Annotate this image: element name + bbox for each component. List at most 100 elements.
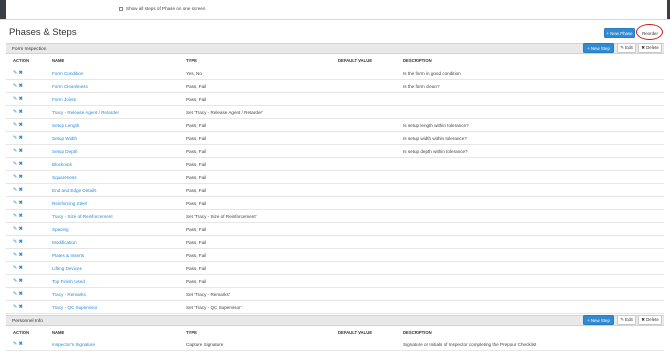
delete-x-icon[interactable]: ✖ (19, 187, 23, 193)
show-all-checkbox[interactable] (119, 6, 123, 11)
new-step-button[interactable]: + New Step (583, 315, 614, 325)
edit-pencil-icon[interactable]: ✎ (13, 83, 17, 89)
edit-pencil-icon[interactable]: ✎ (13, 304, 17, 310)
edit-pencil-icon[interactable]: ✎ (13, 341, 17, 347)
edit-pencil-icon[interactable]: ✎ (13, 252, 17, 258)
edit-phase-button[interactable]: ✎ Edit (617, 315, 636, 325)
step-name-link[interactable]: End and Edge Details (52, 188, 96, 193)
delete-x-icon[interactable]: ✖ (19, 304, 23, 310)
edit-pencil-icon[interactable]: ✎ (13, 200, 17, 206)
edit-pencil-icon[interactable]: ✎ (13, 122, 17, 128)
delete-x-icon[interactable]: ✖ (19, 135, 23, 141)
step-name-link[interactable]: Tracy - QC Supervisor (52, 305, 98, 310)
row-actions: ✎ ✖ (13, 278, 23, 284)
column-header-row: ACTION NAME TYPE DEFAULT VALUE DESCRIPTI… (6, 55, 664, 65)
col-default-value: DEFAULT VALUE (338, 57, 373, 63)
step-name-link[interactable]: Modification (52, 240, 77, 245)
step-type: Pass, Fail (186, 279, 207, 284)
delete-x-icon[interactable]: ✖ (19, 109, 23, 115)
delete-x-icon[interactable]: ✖ (19, 239, 23, 245)
edit-phase-button[interactable]: ✎ Edit (617, 43, 636, 53)
delete-x-icon[interactable]: ✖ (19, 226, 23, 232)
edit-pencil-icon[interactable]: ✎ (13, 161, 17, 167)
delete-x-icon[interactable]: ✖ (19, 341, 23, 347)
step-type: Pass, Fail (186, 266, 207, 271)
delete-x-icon[interactable]: ✖ (19, 122, 23, 128)
delete-x-icon[interactable]: ✖ (19, 291, 23, 297)
edit-pencil-icon[interactable]: ✎ (13, 278, 17, 284)
delete-x-icon[interactable]: ✖ (19, 148, 23, 154)
row-actions: ✎ ✖ (13, 213, 23, 219)
step-name-link[interactable]: Squareness (52, 175, 77, 180)
edit-pencil-icon[interactable]: ✎ (13, 239, 17, 245)
table-row: ✎ ✖ Setup Width Pass, Fail Is setup width wi… (6, 132, 664, 145)
step-name-link[interactable]: Plates & Inserts (52, 253, 84, 258)
step-name-link[interactable]: Setup Length (52, 123, 79, 128)
row-actions: ✎ ✖ (13, 252, 23, 258)
delete-phase-button[interactable]: ✖ Delete (638, 43, 662, 53)
delete-x-icon[interactable]: ✖ (19, 96, 23, 102)
col-name: NAME (52, 329, 65, 335)
step-name-link[interactable]: Tracy - Size of Reinforcement (52, 214, 113, 219)
new-step-button[interactable]: + New Step (583, 43, 614, 53)
step-name-link[interactable]: Lifting Devices (52, 266, 82, 271)
delete-x-icon[interactable]: ✖ (19, 213, 23, 219)
table-row: ✎ ✖ End and Edge Details Pass, Fail (6, 184, 664, 197)
step-description: Is the form clean? (403, 84, 440, 89)
edit-pencil-icon[interactable]: ✎ (13, 265, 17, 271)
step-type: Pass, Fail (186, 227, 207, 232)
edit-pencil-icon[interactable]: ✎ (13, 96, 17, 102)
row-actions: ✎ ✖ (13, 341, 23, 347)
edit-pencil-icon[interactable]: ✎ (13, 135, 17, 141)
col-description: DESCRIPTION (403, 329, 432, 335)
step-type: Pass, Fail (186, 136, 207, 141)
edit-pencil-icon[interactable]: ✎ (13, 148, 17, 154)
delete-x-icon[interactable]: ✖ (19, 70, 23, 76)
step-name-link[interactable]: Form Condition (52, 71, 83, 76)
step-name-link[interactable]: Reinforcing Steel (52, 201, 87, 206)
step-name-link[interactable]: Tracy - Release Agent / Retarder (52, 110, 119, 115)
delete-phase-button[interactable]: ✖ Delete (638, 315, 662, 325)
step-name-link[interactable]: Inspector's Signature (52, 342, 95, 347)
edit-pencil-icon[interactable]: ✎ (13, 70, 17, 76)
row-actions: ✎ ✖ (13, 122, 23, 128)
row-actions: ✎ ✖ (13, 291, 23, 297)
step-name-link[interactable]: Blockouts (52, 162, 72, 167)
step-name-link[interactable]: Spacing (52, 227, 69, 232)
left-nav-strip (0, 0, 6, 20)
step-name-link[interactable]: Setup Depth (52, 149, 78, 154)
step-name-link[interactable]: Setup Width (52, 136, 77, 141)
table-row: ✎ ✖ Squareness Pass, Fail (6, 171, 664, 184)
row-actions: ✎ ✖ (13, 83, 23, 89)
row-actions: ✎ ✖ (13, 174, 23, 180)
table-row: ✎ ✖ Reinforcing Steel Pass, Fail (6, 197, 664, 210)
edit-pencil-icon[interactable]: ✎ (13, 291, 17, 297)
show-all-steps-toggle[interactable]: Show all steps of Phase on one screen (119, 6, 205, 11)
step-description: Is setup depth within tolerance? (403, 149, 468, 154)
delete-x-icon[interactable]: ✖ (19, 200, 23, 206)
edit-pencil-icon[interactable]: ✎ (13, 109, 17, 115)
edit-pencil-icon[interactable]: ✎ (13, 187, 17, 193)
row-actions: ✎ ✖ (13, 96, 23, 102)
table-row: ✎ ✖ Blockouts Pass, Fail (6, 158, 664, 171)
delete-x-icon[interactable]: ✖ (19, 83, 23, 89)
edit-pencil-icon[interactable]: ✎ (13, 226, 17, 232)
table-row: ✎ ✖ Tracy - Remarks Set 'Tracy - Remarks' (6, 288, 664, 301)
step-name-link[interactable]: Form Cleanliness (52, 84, 88, 89)
delete-x-icon[interactable]: ✖ (19, 278, 23, 284)
divider (0, 19, 670, 20)
step-name-link[interactable]: Form Joints (52, 97, 76, 102)
row-actions: ✎ ✖ (13, 265, 23, 271)
edit-pencil-icon[interactable]: ✎ (13, 174, 17, 180)
edit-pencil-icon[interactable]: ✎ (13, 213, 17, 219)
new-phase-button[interactable]: + New Phase (604, 28, 635, 38)
delete-x-icon[interactable]: ✖ (19, 161, 23, 167)
col-action: ACTION (13, 57, 30, 63)
delete-x-icon[interactable]: ✖ (19, 252, 23, 258)
step-type: Pass, Fail (186, 175, 207, 180)
step-name-link[interactable]: Tracy - Remarks (52, 292, 86, 297)
row-actions: ✎ ✖ (13, 109, 23, 115)
step-name-link[interactable]: Top Finish Used (52, 279, 85, 284)
delete-x-icon[interactable]: ✖ (19, 174, 23, 180)
delete-x-icon[interactable]: ✖ (19, 265, 23, 271)
